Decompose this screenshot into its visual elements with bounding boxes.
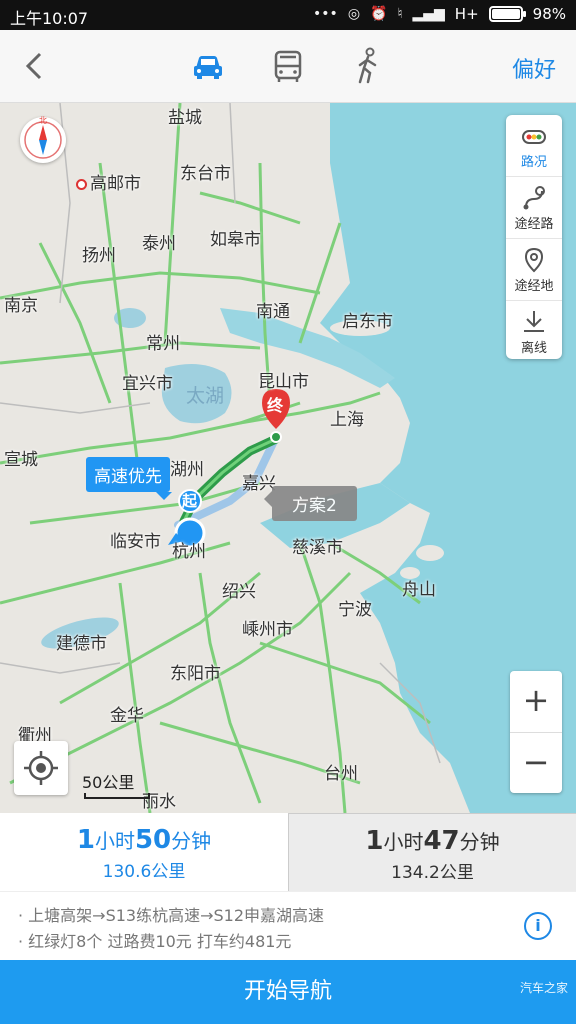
start-navigation-button[interactable]: 开始导航 汽车之家 (0, 960, 576, 1024)
route-distance: 130.6公里 (102, 862, 186, 882)
info-icon[interactable]: i (524, 912, 552, 940)
lake-label: 太湖 (186, 385, 225, 407)
route-option-1[interactable]: 1小时50分钟 130.6公里 (0, 813, 288, 891)
bus-icon (274, 50, 302, 82)
via-place-label: 途经地 (514, 279, 554, 294)
city-label: 东阳市 (170, 664, 221, 684)
map-view[interactable]: 盐城 高邮市 东台市 扬州 泰州 如皋市 南京 南通 常州 启东市 宜兴市 昆山… (0, 103, 576, 813)
more-dots-icon: ••• (313, 6, 338, 22)
city-label: 扬州 (82, 246, 116, 266)
city-label: 宣城 (4, 450, 38, 470)
city-label: 舟山 (402, 580, 436, 600)
end-marker[interactable]: 终 (267, 392, 283, 416)
city-label: 启东市 (342, 312, 393, 332)
city-label: 泰州 (142, 234, 176, 254)
route-options: 1小时50分钟 130.6公里 1小时47分钟 134.2公里 (0, 813, 576, 891)
city-label: 绍兴 (222, 582, 256, 602)
start-navigation-label: 开始导航 (243, 979, 332, 1004)
download-icon (524, 311, 544, 332)
city-label: 杭州 (172, 542, 206, 562)
city-label: 建德市 (56, 634, 107, 654)
start-marker[interactable]: 起 (182, 490, 197, 511)
preference-button[interactable]: 偏好 (512, 52, 556, 84)
location-pin-icon (524, 247, 544, 273)
status-bar: 上午10:07 ••• ◎ ⏰ ♮ ▂▄▆ H+ 98% (0, 0, 576, 30)
traffic-light-icon (522, 130, 546, 144)
traffic-label: 路况 (520, 155, 547, 170)
offline-label: 离线 (520, 341, 547, 356)
locate-button[interactable] (14, 741, 68, 795)
walk-icon (358, 47, 377, 84)
city-label: 如皋市 (210, 230, 261, 250)
route-roads: · 上塘高架→S13练杭高速→S12申嘉湖高速 (18, 906, 325, 925)
city-label: 临安市 (110, 532, 161, 552)
zoom-controls: + − (510, 671, 562, 793)
route-via-icon (523, 186, 545, 210)
via-road-button[interactable]: 途经路 (506, 177, 562, 239)
route-duration: 1小时47分钟 (365, 826, 500, 856)
status-time: 上午10:07 (10, 9, 89, 28)
city-label: 湖州 (170, 460, 204, 480)
top-bar: 偏好 (0, 30, 576, 103)
via-road-label: 途经路 (514, 217, 554, 232)
mode-walk-tab[interactable] (348, 46, 388, 86)
city-label: 昆山市 (258, 372, 309, 392)
city-label: 上海 (330, 410, 364, 430)
battery-level: 98% (532, 5, 566, 23)
map-scale-label: 50公里 (82, 773, 135, 792)
city-label: 常州 (146, 334, 180, 354)
compass-button[interactable]: 北 (20, 116, 66, 163)
city-label: 南京 (4, 296, 38, 316)
city-label: 东台市 (180, 164, 231, 184)
route-summary: · 红绿灯8个 过路费10元 打车约481元 (18, 932, 292, 951)
back-arrow-icon (25, 52, 42, 80)
city-label: 盐城 (168, 108, 202, 128)
sync-icon: ◎ (347, 6, 361, 22)
alarm-icon: ⏰ (370, 6, 388, 22)
compass-north-letter: 北 (39, 116, 47, 125)
crosshair-icon (24, 751, 58, 785)
route-tag-alternative[interactable]: 方案2 (264, 486, 357, 521)
watermark: 汽车之家 (519, 981, 568, 995)
signal-icon: ▂▄▆ (412, 6, 445, 22)
route-duration: 1小时50分钟 (76, 825, 212, 855)
city-label: 丽水 (142, 792, 176, 812)
zoom-out-button[interactable]: − (510, 733, 562, 794)
city-label: 慈溪市 (292, 538, 343, 558)
via-place-button[interactable]: 途经地 (506, 239, 562, 301)
city-label: 金华 (110, 706, 144, 726)
mode-bus-tab[interactable] (268, 46, 308, 86)
network-type: H+ (454, 5, 479, 23)
route-tag-primary[interactable]: 高速优先 (86, 457, 172, 500)
map-tools-panel: 路况 途经路 途经地 离线 (506, 115, 562, 359)
route-distance: 134.2公里 (391, 863, 474, 883)
city-label: 宁波 (338, 600, 372, 620)
battery-icon (488, 6, 526, 22)
route-option-2[interactable]: 1小时47分钟 134.2公里 (288, 813, 576, 891)
back-button[interactable] (20, 48, 50, 84)
zoom-in-button[interactable]: + (510, 671, 562, 733)
city-label: 台州 (324, 764, 358, 784)
silent-icon: ♮ (397, 6, 403, 22)
mode-car-tab[interactable] (188, 46, 228, 86)
city-label: 南通 (256, 302, 290, 322)
status-icons: ••• ◎ ⏰ ♮ ▂▄▆ H+ 98% (313, 5, 566, 23)
city-label: 高邮市 (76, 169, 141, 194)
map-scale-bar (84, 793, 150, 799)
traffic-toggle[interactable]: 路况 (506, 115, 562, 177)
route-details[interactable]: · 上塘高架→S13练杭高速→S12申嘉湖高速 · 红绿灯8个 过路费10元 打… (0, 891, 576, 960)
offline-button[interactable]: 离线 (506, 301, 562, 362)
city-label: 嵊州市 (242, 620, 293, 640)
city-label: 宜兴市 (122, 374, 173, 394)
car-icon (194, 56, 222, 79)
